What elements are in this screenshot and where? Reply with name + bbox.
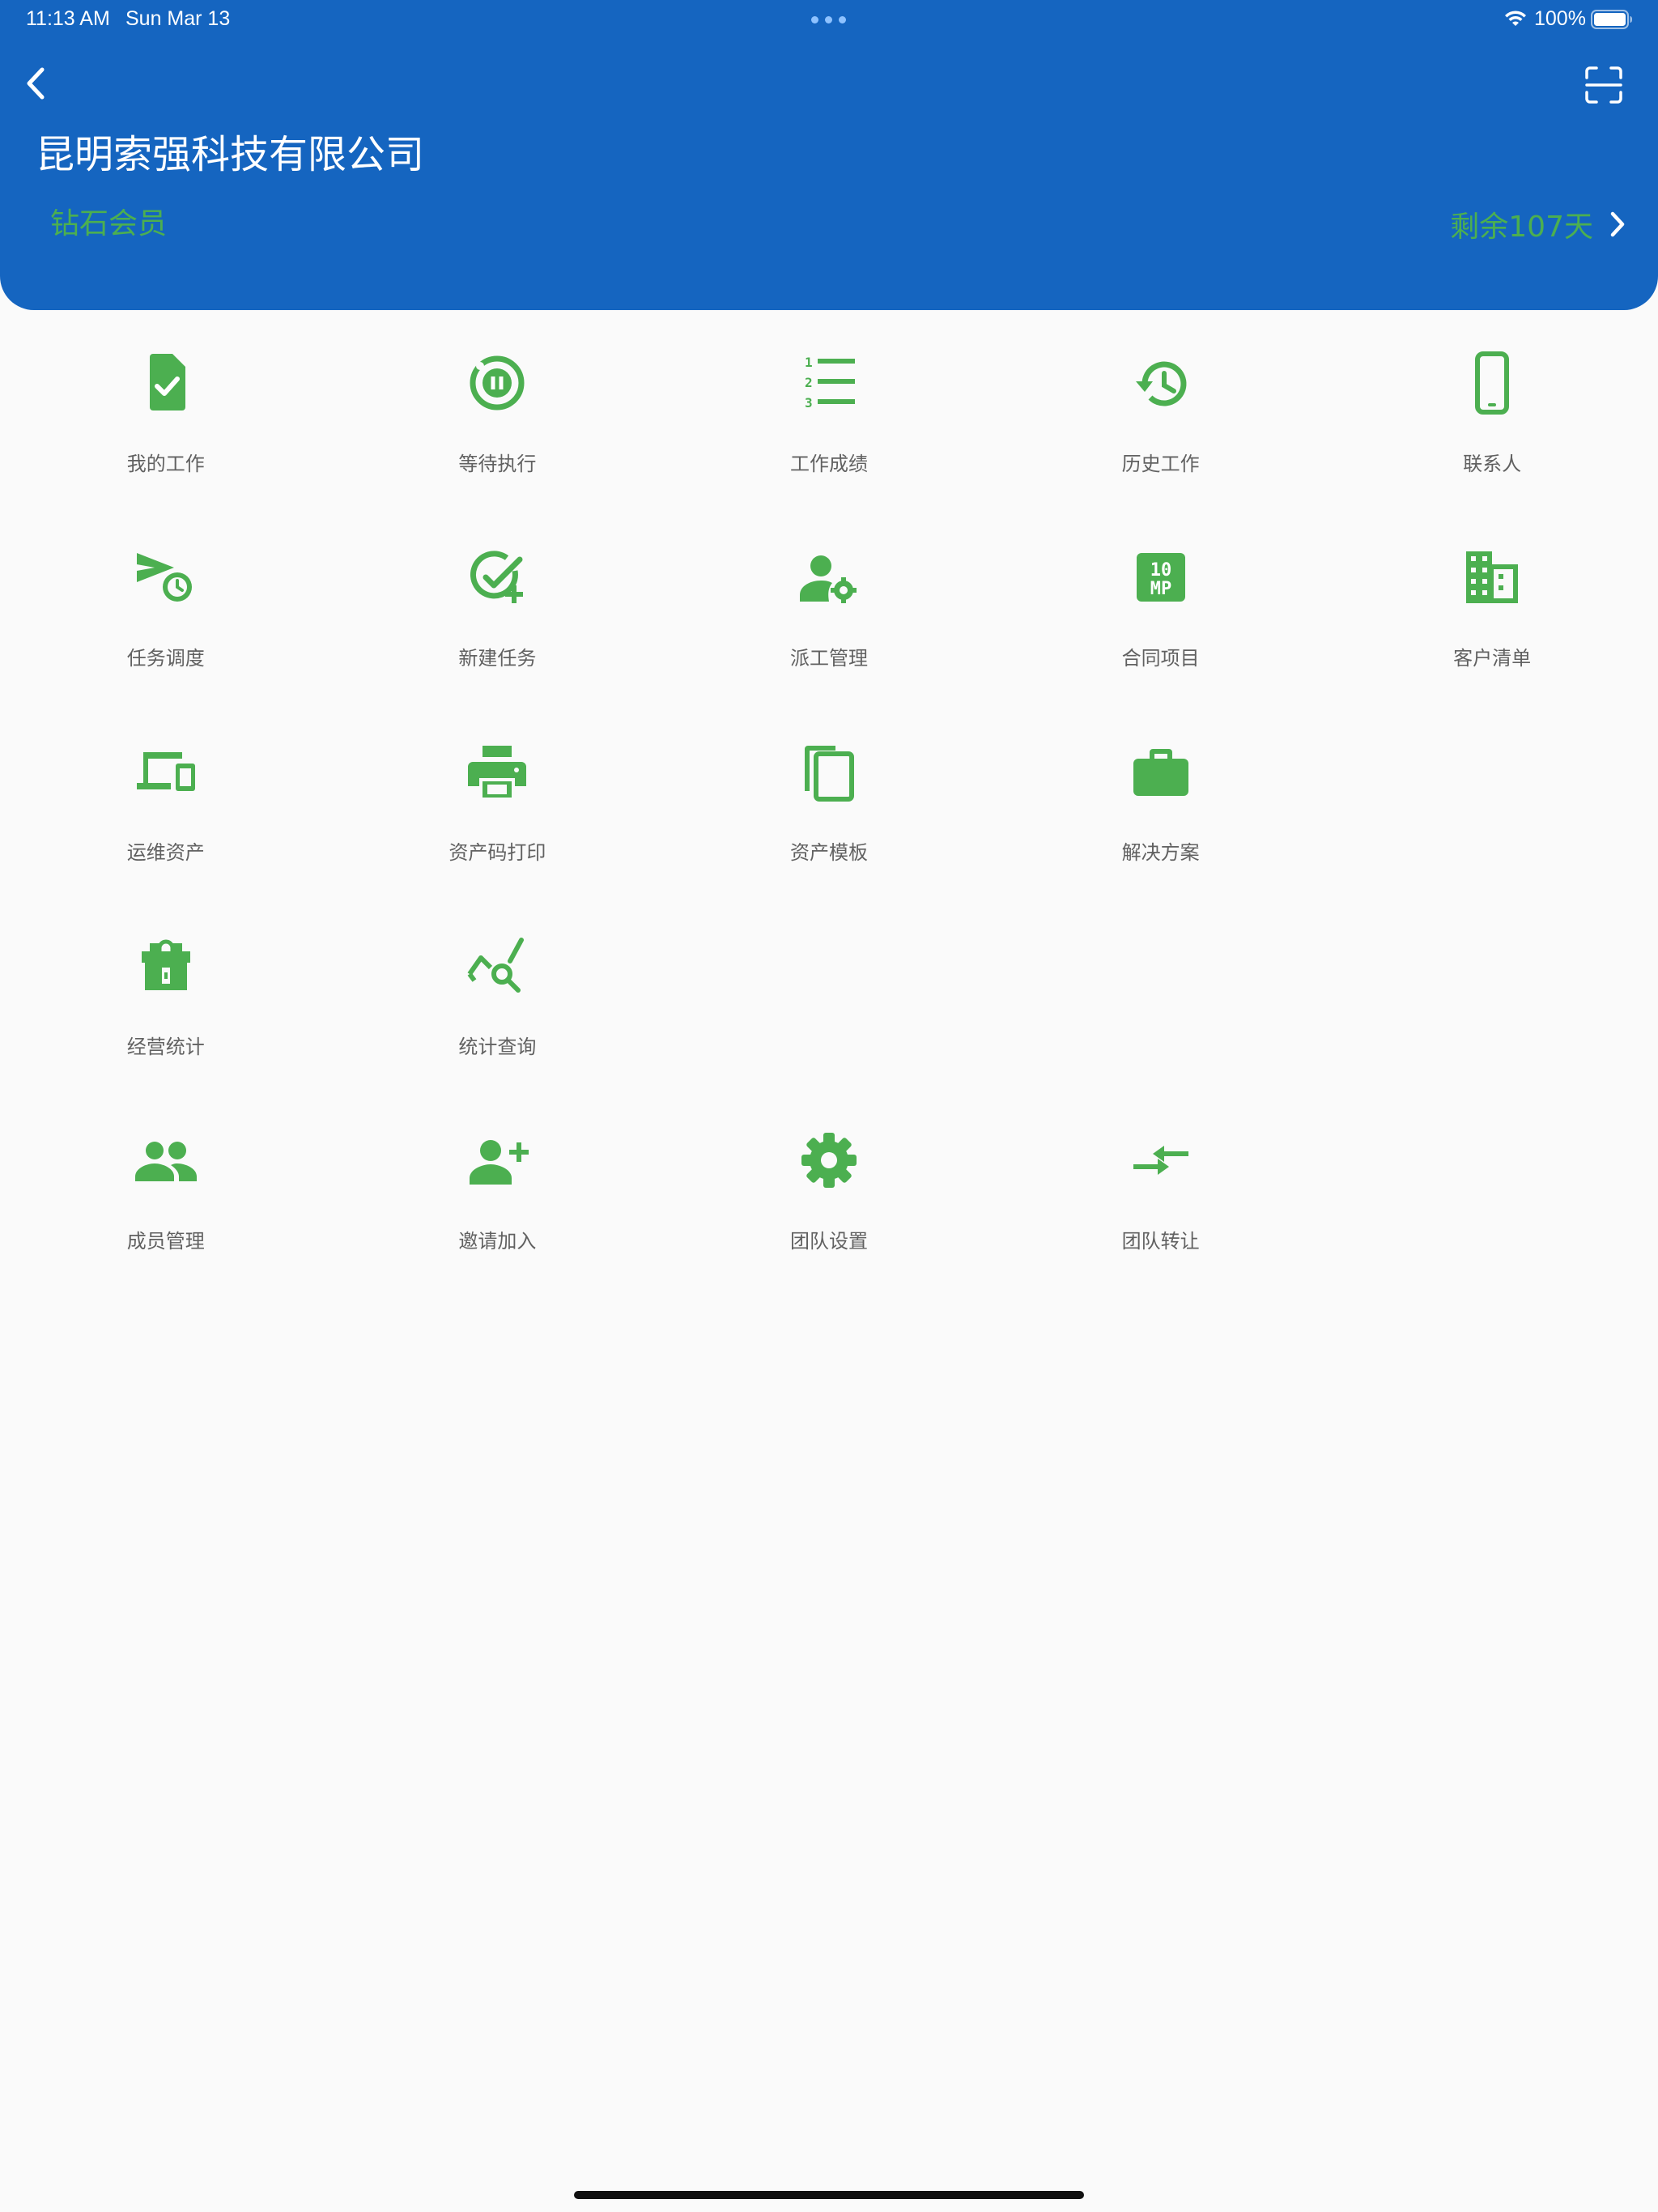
menu-item-label: 客户清单: [1453, 647, 1532, 670]
menu-item-label: 经营统计: [126, 1036, 205, 1058]
store-icon: [132, 932, 200, 1000]
menu-row: 我的工作 等待执行 1 2 3 工作成绩 历史工作 联系人: [0, 310, 1658, 504]
member-level: 钻石会员: [50, 207, 168, 240]
scan-button[interactable]: [1584, 65, 1624, 105]
menu-item[interactable]: 联系人: [1326, 310, 1658, 504]
compare-arrows-icon: [1127, 1126, 1195, 1194]
home-indicator[interactable]: [574, 2191, 1084, 2199]
briefcase-icon: [1127, 738, 1195, 806]
menu-item-label: 邀请加入: [458, 1230, 537, 1253]
empty-cell: [995, 893, 1327, 1087]
svg-text:MP: MP: [1150, 579, 1171, 599]
menu-item[interactable]: 资产码打印: [332, 699, 664, 893]
menu-item[interactable]: 资产模板: [663, 699, 995, 893]
menu-item[interactable]: 任务调度: [0, 504, 332, 699]
settings-icon: [795, 1126, 863, 1194]
schedule-send-icon: [132, 543, 200, 611]
devices-icon: [132, 738, 200, 806]
person-add-icon: [463, 1126, 531, 1194]
menu-row: 经营统计 统计查询: [0, 893, 1658, 1087]
menu-item-label: 资产模板: [789, 841, 868, 864]
battery-percent: 100%: [1534, 7, 1586, 30]
menu-item-label: 团队设置: [789, 1230, 868, 1253]
svg-text:10: 10: [1150, 560, 1171, 581]
menu-item-label: 统计查询: [458, 1036, 537, 1058]
menu-row: 任务调度 新建任务 派工管理 10 MP 合同项目 客户清单: [0, 504, 1658, 699]
menu-row: 成员管理 邀请加入 团队设置 团队转让: [0, 1087, 1658, 1282]
membership-remaining-link[interactable]: 剩余107天: [1450, 202, 1629, 246]
empty-cell: [1326, 1087, 1658, 1282]
back-button[interactable]: [18, 63, 55, 104]
menu-item[interactable]: 成员管理: [0, 1087, 332, 1282]
menu-item[interactable]: 历史工作: [995, 310, 1327, 504]
svg-text:1: 1: [805, 355, 813, 370]
menu-item[interactable]: 解决方案: [995, 699, 1327, 893]
menu-item-label: 工作成绩: [789, 453, 868, 475]
status-time: 11:13 AM: [26, 7, 110, 30]
menu-item-label: 派工管理: [789, 647, 868, 670]
printer-icon: [463, 738, 531, 806]
menu-item[interactable]: 团队转让: [995, 1087, 1327, 1282]
company-name: 昆明索强科技有限公司: [36, 132, 425, 177]
phone-icon: [1458, 349, 1526, 417]
menu-item[interactable]: 派工管理: [663, 504, 995, 699]
add-task-icon: [463, 543, 531, 611]
task-file-icon: [132, 349, 200, 417]
menu-item-label: 运维资产: [126, 841, 205, 864]
copy-icon: [795, 738, 863, 806]
status-date: Sun Mar 13: [125, 7, 231, 30]
remaining-days: 剩余107天: [1450, 211, 1593, 244]
svg-text:2: 2: [805, 375, 813, 390]
person-gear-icon: [795, 543, 863, 611]
menu-item-label: 解决方案: [1121, 841, 1200, 864]
multitasking-dots-icon[interactable]: [811, 16, 847, 24]
building-icon: [1458, 543, 1526, 611]
pause-circle-icon: [463, 349, 531, 417]
menu-grid: 我的工作 等待执行 1 2 3 工作成绩 历史工作 联系人任务调度 新建任务 派工管理 10 MP 合同…: [0, 310, 1658, 1282]
menu-item[interactable]: 客户清单: [1326, 504, 1658, 699]
menu-item[interactable]: 运维资产: [0, 699, 332, 893]
query-stats-icon: [463, 932, 531, 1000]
menu-item[interactable]: 新建任务: [332, 504, 664, 699]
10mp-icon: 10 MP: [1127, 543, 1195, 611]
menu-item-label: 我的工作: [126, 453, 205, 475]
empty-cell: [663, 893, 995, 1087]
header: 11:13 AM Sun Mar 13 100% 昆明索强科技有限公司 钻石会员…: [0, 0, 1658, 310]
empty-cell: [1326, 893, 1658, 1087]
menu-item-label: 历史工作: [1121, 453, 1200, 475]
menu-item-label: 任务调度: [126, 647, 205, 670]
menu-item-label: 团队转让: [1121, 1230, 1200, 1253]
menu-item-label: 成员管理: [126, 1230, 205, 1253]
menu-item[interactable]: 等待执行: [332, 310, 664, 504]
menu-item-label: 合同项目: [1121, 647, 1200, 670]
wifi-icon: [1505, 11, 1526, 26]
menu-item[interactable]: 我的工作: [0, 310, 332, 504]
menu-item[interactable]: 邀请加入: [332, 1087, 664, 1282]
menu-item[interactable]: 10 MP 合同项目: [995, 504, 1327, 699]
status-bar: 11:13 AM Sun Mar 13 100%: [0, 0, 1658, 39]
menu-item-label: 联系人: [1463, 453, 1522, 475]
menu-row: 运维资产 资产码打印 资产模板 解决方案: [0, 699, 1658, 893]
empty-cell: [1326, 699, 1658, 893]
menu-item-label: 新建任务: [458, 647, 537, 670]
menu-item[interactable]: 统计查询: [332, 893, 664, 1087]
menu-item-label: 资产码打印: [449, 841, 546, 864]
menu-item[interactable]: 团队设置: [663, 1087, 995, 1282]
numbered-list-icon: 1 2 3: [795, 349, 863, 417]
menu-item[interactable]: 1 2 3 工作成绩: [663, 310, 995, 504]
people-icon: [132, 1126, 200, 1194]
menu-item[interactable]: 经营统计: [0, 893, 332, 1087]
history-icon: [1127, 349, 1195, 417]
chevron-right-icon: [1610, 211, 1625, 237]
svg-text:3: 3: [805, 395, 813, 410]
menu-item-label: 等待执行: [458, 453, 537, 475]
battery-icon: [1591, 10, 1632, 29]
